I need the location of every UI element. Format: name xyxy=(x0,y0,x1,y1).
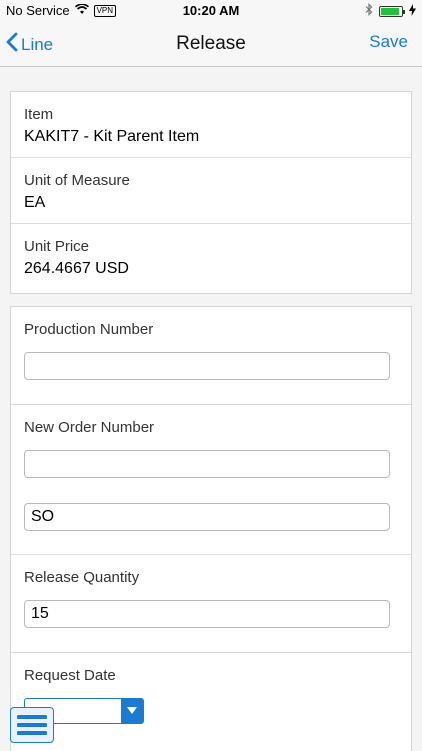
charging-bolt-icon xyxy=(409,3,416,19)
status-right xyxy=(365,3,416,19)
unit-price-label: Unit Price xyxy=(24,238,90,255)
new-order-number-input[interactable] xyxy=(24,450,390,478)
chevron-down-icon[interactable] xyxy=(121,699,143,723)
status-time: 10:20 AM xyxy=(182,3,240,18)
request-date-label: Request Date xyxy=(24,667,116,684)
production-number-section: Production Number xyxy=(11,307,411,405)
status-bar: No Service VPN 10:20 AM xyxy=(0,0,422,22)
battery-fill xyxy=(381,7,399,15)
unit-price-row: Unit Price 264.4667 USD xyxy=(11,224,411,290)
bluetooth-icon xyxy=(365,3,373,19)
item-info-card: Item KAKIT7 - Kit Parent Item Unit of Me… xyxy=(10,91,412,294)
item-row: Item KAKIT7 - Kit Parent Item xyxy=(11,92,411,158)
order-type-input[interactable] xyxy=(24,503,390,531)
release-quantity-input[interactable] xyxy=(24,600,390,628)
unit-of-measure-label: Unit of Measure xyxy=(24,172,130,189)
production-number-label: Production Number xyxy=(24,321,154,338)
menu-bar xyxy=(17,723,47,727)
release-quantity-section: Release Quantity xyxy=(11,555,411,653)
battery-icon xyxy=(379,5,405,17)
item-label: Item xyxy=(24,106,54,123)
unit-price-value: 264.4667 USD xyxy=(24,260,129,277)
navigation-bar: Line Release Save xyxy=(0,22,422,67)
hamburger-menu-button[interactable] xyxy=(10,707,54,743)
new-order-number-label: New Order Number xyxy=(24,419,155,436)
menu-bar xyxy=(17,731,47,735)
save-button[interactable]: Save xyxy=(369,32,408,52)
hamburger-menu-icon xyxy=(17,715,47,735)
menu-bar xyxy=(17,715,47,719)
unit-of-measure-row: Unit of Measure EA xyxy=(11,158,411,224)
page-title: Release xyxy=(176,33,246,54)
release-form-card: Production Number New Order Number Relea… xyxy=(10,306,412,751)
item-value: KAKIT7 - Kit Parent Item xyxy=(24,128,200,145)
new-order-number-section: New Order Number xyxy=(11,405,411,555)
release-quantity-label: Release Quantity xyxy=(24,569,140,586)
production-number-input[interactable] xyxy=(24,352,390,380)
request-date-section: Request Date xyxy=(11,653,411,751)
unit-of-measure-value: EA xyxy=(24,194,46,211)
